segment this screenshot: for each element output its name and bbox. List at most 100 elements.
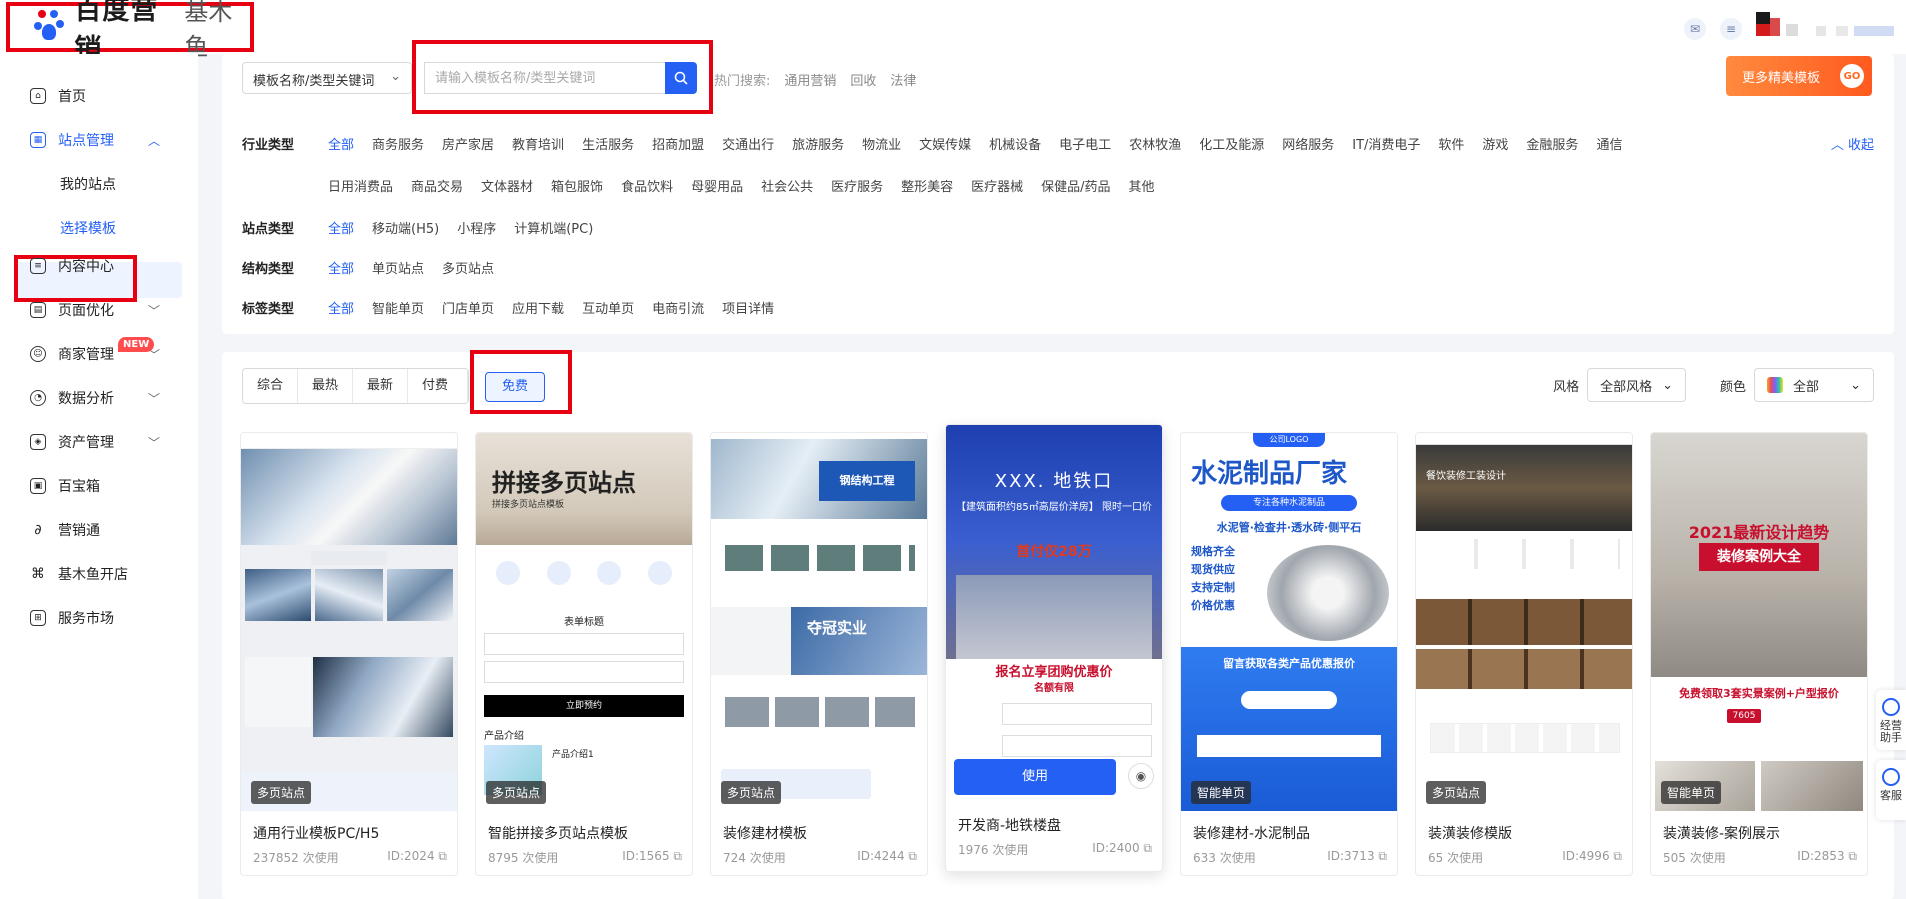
brand-logo[interactable]: 百度营销 基木鱼 (6, 0, 254, 65)
tag-option[interactable]: 电商引流 (652, 298, 704, 317)
sidebar-item-site-management[interactable]: ▦ 站点管理 ︿ (30, 128, 160, 152)
industry-option[interactable]: 保健品/药品 (1041, 176, 1110, 195)
tab-hottest[interactable]: 最热 (298, 369, 354, 403)
sidebar-item-marketing[interactable]: ∂ 营销通 (30, 518, 100, 542)
industry-option[interactable]: 其他 (1129, 176, 1155, 195)
industry-option[interactable]: 社会公共 (761, 176, 813, 195)
industry-option[interactable]: 物流业 (862, 134, 901, 153)
sidebar-item-assets[interactable]: ◈ 资产管理 ﹀ (30, 430, 160, 454)
template-card[interactable]: 2021最新设计趋势 装修案例大全 免费领取3套实景案例+户型报价 7605 智… (1650, 432, 1868, 876)
preview-eye-icon[interactable]: ◉ (1128, 763, 1154, 789)
template-id[interactable]: ID:3713 ⧉ (1327, 849, 1387, 864)
site-type-option[interactable]: 小程序 (457, 218, 496, 237)
industry-option[interactable]: 食品饮料 (621, 176, 673, 195)
site-type-option[interactable]: 移动端(H5) (372, 218, 439, 237)
copy-icon[interactable]: ⧉ (908, 849, 917, 863)
collapse-button[interactable]: ︿ 收起 (1831, 134, 1874, 153)
industry-option[interactable]: 电子电工 (1059, 134, 1111, 153)
industry-option[interactable]: 商品交易 (411, 176, 463, 195)
tag-option[interactable]: 项目详情 (722, 298, 774, 317)
copy-icon[interactable]: ⧉ (1848, 849, 1857, 863)
notes-icon[interactable]: ≡ (1720, 18, 1742, 40)
sidebar-item-merchant[interactable]: ☺ 商家管理 ﹀ (30, 342, 160, 366)
template-id[interactable]: ID:4244 ⧉ (857, 849, 917, 864)
copy-icon[interactable]: ⧉ (673, 849, 682, 863)
template-card[interactable]: 多页站点 通用行业模板PC/H5 237852 次使用 ID:2024 ⧉ (240, 432, 458, 876)
sidebar-item-choose-template[interactable]: 选择模板 (60, 218, 116, 238)
template-id[interactable]: ID:2853 ⧉ (1797, 849, 1857, 864)
industry-option[interactable]: 化工及能源 (1199, 134, 1264, 153)
template-card[interactable]: 钢结构工程 夺冠实业 多页站点 装修建材模板 724 次使用 ID:4244 ⧉ (710, 432, 928, 876)
tab-comprehensive[interactable]: 综合 (243, 369, 299, 403)
sidebar-item-page-optimization[interactable]: ▤ 页面优化 ﹀ (30, 298, 160, 322)
industry-option[interactable]: 全部 (328, 134, 354, 153)
tag-option[interactable]: 门店单页 (442, 298, 494, 317)
template-id[interactable]: ID:1565 ⧉ (622, 849, 682, 864)
sidebar-item-my-sites[interactable]: 我的站点 (60, 174, 116, 194)
industry-option[interactable]: 通信 (1596, 134, 1622, 153)
industry-option[interactable]: 招商加盟 (652, 134, 704, 153)
sidebar-item-content-center[interactable]: ≡ 内容中心 (30, 254, 114, 278)
tag-option[interactable]: 互动单页 (582, 298, 634, 317)
template-card[interactable]: 公司LOGO 水泥制品厂家 专注各种水泥制品 水泥管·检查井·透水砖·侧平石 规… (1180, 432, 1398, 876)
industry-option[interactable]: 日用消费品 (328, 176, 393, 195)
tab-paid[interactable]: 付费 (408, 369, 469, 403)
industry-option[interactable]: 机械设备 (989, 134, 1041, 153)
industry-option[interactable]: 网络服务 (1282, 134, 1334, 153)
industry-option[interactable]: 文体器材 (481, 176, 533, 195)
tab-newest[interactable]: 最新 (353, 369, 409, 403)
industry-option[interactable]: 交通出行 (722, 134, 774, 153)
industry-option[interactable]: 文娱传媒 (919, 134, 971, 153)
more-templates-button[interactable]: 更多精美模板 GO (1726, 56, 1872, 96)
industry-option[interactable]: 金融服务 (1526, 134, 1578, 153)
sidebar-item-service-market[interactable]: ⊞ 服务市场 (30, 606, 114, 630)
tag-option[interactable]: 全部 (328, 298, 354, 317)
assistant-button[interactable]: 经营助手 (1876, 690, 1906, 750)
template-id[interactable]: ID:4996 ⧉ (1562, 849, 1622, 864)
structure-option[interactable]: 多页站点 (442, 258, 494, 277)
industry-option[interactable]: 整形美容 (901, 176, 953, 195)
sidebar-item-home[interactable]: ⌂ 首页 (30, 84, 86, 108)
industry-option[interactable]: 母婴用品 (691, 176, 743, 195)
template-card[interactable]: XXX. 地铁口 【建筑面积约85㎡高层价洋房】 限时一口价 首付仅28万 报名… (945, 424, 1163, 872)
industry-option[interactable]: 箱包服饰 (551, 176, 603, 195)
sidebar-item-open-shop[interactable]: ⌘ 基木鱼开店 (30, 562, 128, 586)
hot-keyword[interactable]: 法律 (890, 70, 916, 89)
industry-option[interactable]: 生活服务 (582, 134, 634, 153)
industry-option[interactable]: 房产家居 (442, 134, 494, 153)
copy-icon[interactable]: ⧉ (438, 849, 447, 863)
industry-option[interactable]: 医疗器械 (971, 176, 1023, 195)
industry-option[interactable]: 医疗服务 (831, 176, 883, 195)
copy-icon[interactable]: ⧉ (1613, 849, 1622, 863)
industry-option[interactable]: 商务服务 (372, 134, 424, 153)
structure-option[interactable]: 单页站点 (372, 258, 424, 277)
sidebar-item-data-analysis[interactable]: ◔ 数据分析 ﹀ (30, 386, 160, 410)
industry-option[interactable]: 软件 (1438, 134, 1464, 153)
search-type-select[interactable]: 模板名称/类型关键词 ⌄ (242, 62, 412, 94)
industry-option[interactable]: 农林牧渔 (1129, 134, 1181, 153)
customer-service-button[interactable]: 客服 (1876, 760, 1906, 820)
template-card[interactable]: 餐饮装修工装设计 多页站点 装潢装修模版 65 次使用 ID:4996 ⧉ (1415, 432, 1633, 876)
tag-option[interactable]: 智能单页 (372, 298, 424, 317)
style-select[interactable]: 全部风格 ⌄ (1587, 368, 1686, 402)
template-id[interactable]: ID:2400 ⧉ (1092, 841, 1152, 856)
hot-keyword[interactable]: 回收 (850, 70, 876, 89)
sidebar-item-toolbox[interactable]: ▣ 百宝箱 (30, 474, 100, 498)
template-card[interactable]: 拼接多页站点 拼接多页站点模板 表单标题 立即预约 产品介绍 产品介绍1 多页站… (475, 432, 693, 876)
industry-option[interactable]: 旅游服务 (792, 134, 844, 153)
site-type-option[interactable]: 全部 (328, 218, 354, 237)
industry-option[interactable]: IT/消费电子 (1352, 134, 1420, 153)
color-select[interactable]: 全部 ⌄ (1754, 368, 1874, 402)
message-icon[interactable]: ✉ (1684, 18, 1706, 40)
structure-option[interactable]: 全部 (328, 258, 354, 277)
copy-icon[interactable]: ⧉ (1143, 841, 1152, 855)
use-template-button[interactable]: 使用 (954, 759, 1116, 795)
hot-keyword[interactable]: 通用营销 (784, 70, 836, 89)
site-type-option[interactable]: 计算机端(PC) (514, 218, 593, 237)
industry-option[interactable]: 教育培训 (512, 134, 564, 153)
copy-icon[interactable]: ⧉ (1378, 849, 1387, 863)
template-id[interactable]: ID:2024 ⧉ (387, 849, 447, 864)
user-avatar[interactable] (1756, 12, 1906, 46)
tag-option[interactable]: 应用下载 (512, 298, 564, 317)
industry-option[interactable]: 游戏 (1482, 134, 1508, 153)
